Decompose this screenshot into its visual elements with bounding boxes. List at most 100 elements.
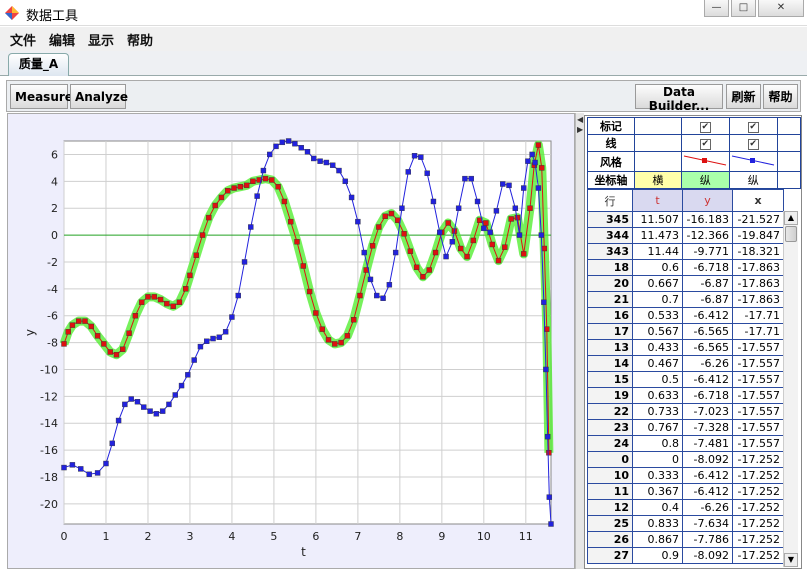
style-swatch-y[interactable] — [680, 151, 730, 172]
table-cell[interactable]: 0.6 — [632, 259, 683, 276]
data-point-x[interactable] — [348, 194, 355, 201]
data-point-y[interactable] — [183, 286, 189, 292]
data-point-x[interactable] — [128, 396, 134, 402]
data-point-x[interactable] — [474, 198, 481, 205]
data-point-y[interactable] — [126, 330, 132, 336]
data-point-y[interactable] — [275, 183, 281, 190]
data-point-x[interactable] — [493, 208, 500, 214]
data-point-y[interactable] — [250, 178, 256, 185]
scroll-down-icon[interactable]: ▼ — [784, 553, 798, 567]
data-point-y[interactable] — [237, 183, 244, 190]
table-row[interactable]: 344 11.473 -12.366 -19.847 — [587, 227, 784, 244]
data-point-y[interactable] — [262, 175, 269, 182]
row-number-cell[interactable]: 0 — [587, 451, 633, 468]
data-point-x[interactable] — [235, 292, 241, 299]
data-point-y[interactable] — [269, 177, 275, 183]
table-row[interactable]: 25 0.833 -7.634 -17.252 — [587, 515, 784, 532]
data-point-y[interactable] — [94, 333, 101, 339]
data-point-y[interactable] — [101, 341, 107, 347]
data-point-y[interactable] — [193, 252, 199, 258]
data-point-x[interactable] — [115, 417, 122, 424]
scroll-up-icon[interactable]: ▲ — [784, 211, 798, 225]
data-point-y[interactable] — [206, 214, 212, 221]
row-number-cell[interactable]: 13 — [587, 339, 633, 356]
data-point-x[interactable] — [543, 366, 549, 373]
data-point-y[interactable] — [420, 274, 426, 280]
table-cell[interactable]: 0.833 — [632, 515, 683, 532]
table-cell[interactable]: -17.71 — [732, 323, 784, 340]
data-point-x[interactable] — [506, 182, 512, 189]
close-button[interactable]: ✕ — [758, 0, 804, 17]
table-cell[interactable]: -17.252 — [732, 531, 784, 548]
data-point-y[interactable] — [489, 241, 495, 248]
table-cell[interactable]: -6.412 — [682, 307, 733, 324]
data-point-y[interactable] — [132, 313, 139, 319]
tab-mass-a[interactable]: 质量_A — [8, 53, 69, 76]
data-point-y[interactable] — [225, 188, 231, 194]
data-point-x[interactable] — [546, 494, 553, 500]
line-checkbox-x[interactable]: ✔ — [728, 134, 778, 152]
data-point-y[interactable] — [338, 339, 344, 346]
data-point-y[interactable] — [75, 318, 82, 324]
panel-splitter[interactable]: ◀ ▶ — [575, 113, 584, 569]
data-point-y[interactable] — [145, 294, 151, 300]
data-point-x[interactable] — [86, 471, 92, 477]
data-point-x[interactable] — [229, 314, 235, 320]
table-cell[interactable]: -17.557 — [732, 387, 784, 404]
data-point-x[interactable] — [535, 185, 542, 191]
data-point-x[interactable] — [500, 181, 506, 187]
data-point-x[interactable] — [304, 149, 311, 155]
row-number-cell[interactable]: 20 — [587, 275, 633, 292]
data-point-x[interactable] — [538, 232, 545, 238]
axis-vertical-x[interactable]: 纵 — [728, 171, 778, 189]
data-point-y[interactable] — [88, 323, 94, 330]
table-cell[interactable]: 0.367 — [632, 483, 683, 500]
row-number-cell[interactable]: 26 — [587, 531, 633, 548]
table-cell[interactable]: -17.557 — [732, 371, 784, 388]
data-point-y[interactable] — [502, 244, 508, 250]
table-cell[interactable]: 0.667 — [632, 275, 683, 292]
row-number-cell[interactable]: 15 — [587, 371, 633, 388]
table-row[interactable]: 10 0.333 -6.412 -17.252 — [587, 467, 784, 484]
data-point-y[interactable] — [445, 220, 451, 226]
table-row[interactable]: 11 0.367 -6.412 -17.252 — [587, 483, 784, 500]
table-cell[interactable]: 11.473 — [632, 227, 683, 244]
data-point-x[interactable] — [516, 232, 523, 238]
column-header-t[interactable]: t — [632, 189, 683, 212]
table-cell[interactable]: -17.252 — [732, 467, 784, 484]
data-point-x[interactable] — [443, 253, 449, 260]
table-cell[interactable]: -6.87 — [682, 291, 733, 308]
table-row[interactable]: 21 0.7 -6.87 -17.863 — [587, 291, 784, 308]
row-number-cell[interactable]: 343 — [587, 243, 633, 260]
table-cell[interactable]: -6.412 — [682, 467, 733, 484]
column-header-x[interactable]: x — [732, 189, 784, 212]
table-cell[interactable]: -17.557 — [732, 419, 784, 436]
data-point-y[interactable] — [82, 318, 88, 324]
data-point-y[interactable] — [388, 210, 395, 217]
table-row[interactable]: 343 11.44 -9.771 -18.321 — [587, 243, 784, 260]
data-point-y[interactable] — [300, 263, 307, 269]
data-point-y[interactable] — [281, 198, 288, 205]
data-point-y[interactable] — [231, 185, 237, 191]
table-row[interactable]: 23 0.767 -7.328 -17.557 — [587, 419, 784, 436]
table-cell[interactable]: -17.252 — [732, 499, 784, 516]
data-point-x[interactable] — [159, 408, 166, 414]
data-point-x[interactable] — [361, 249, 367, 256]
data-point-y[interactable] — [458, 245, 464, 252]
table-cell[interactable]: -6.565 — [682, 323, 733, 340]
row-number-cell[interactable]: 22 — [587, 403, 633, 420]
data-point-x[interactable] — [405, 169, 411, 175]
axis-vertical-y[interactable]: 纵 — [680, 171, 730, 189]
table-cell[interactable]: -17.71 — [732, 307, 784, 324]
data-point-x[interactable] — [455, 205, 462, 211]
table-row[interactable]: 19 0.633 -6.718 -17.557 — [587, 387, 784, 404]
table-cell[interactable]: -17.863 — [732, 275, 784, 292]
data-point-y[interactable] — [325, 337, 332, 343]
menu-view[interactable]: 显示 — [88, 30, 114, 49]
table-cell[interactable]: 0.633 — [632, 387, 683, 404]
data-point-y[interactable] — [138, 299, 145, 305]
data-point-x[interactable] — [292, 140, 298, 147]
data-point-y[interactable] — [157, 296, 164, 303]
data-point-y[interactable] — [470, 237, 477, 244]
marker-checkbox-x[interactable]: ✔ — [728, 117, 778, 135]
